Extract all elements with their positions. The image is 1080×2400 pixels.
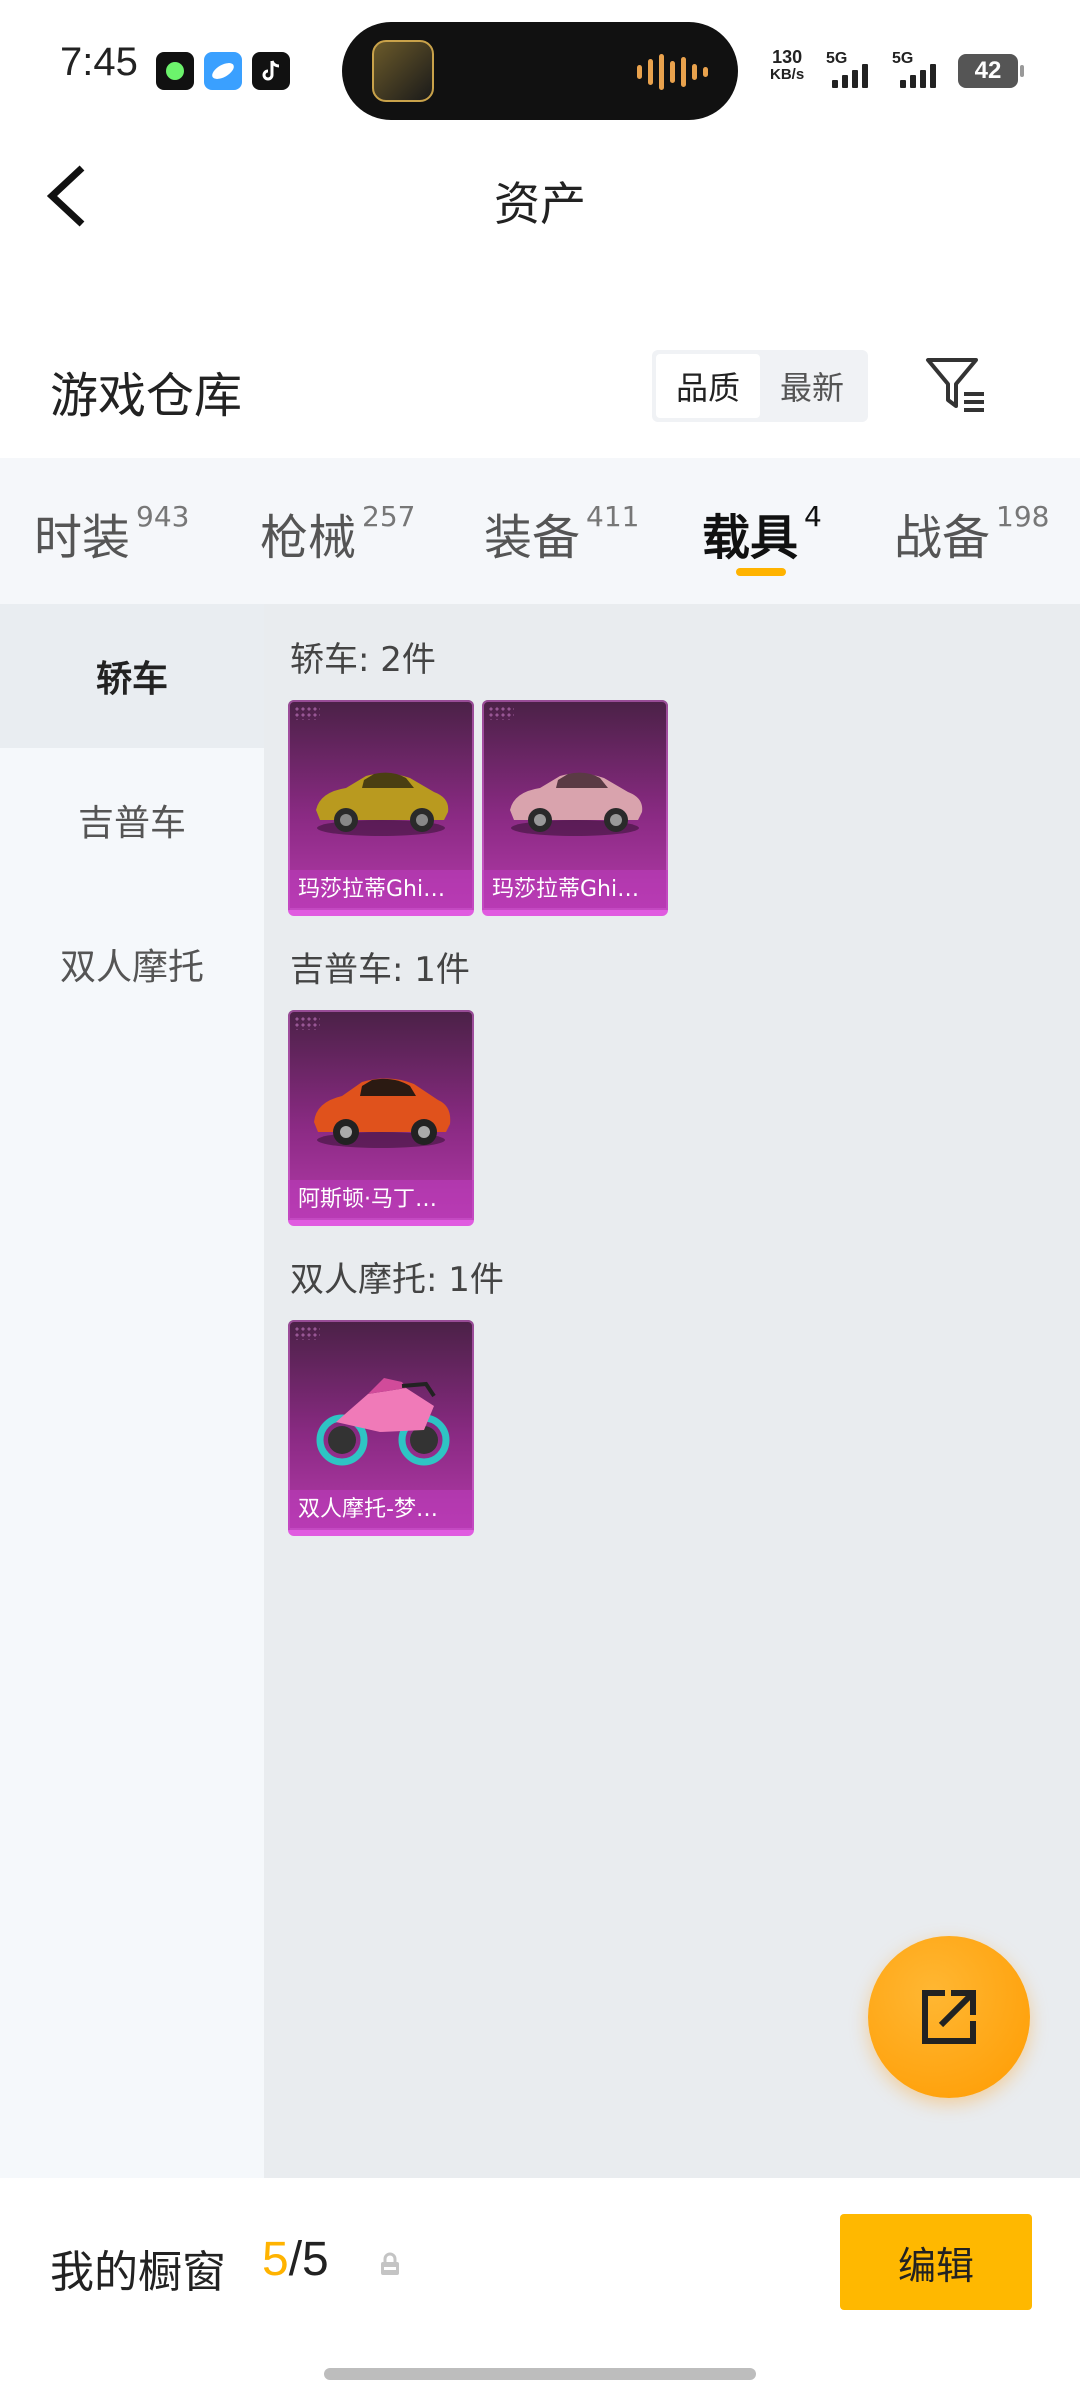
sidebar-item-motorcycle[interactable]: 双人摩托 [0, 892, 264, 1036]
showcase-label: 我的橱窗 [50, 2247, 226, 2298]
app-notification-icon [156, 52, 194, 90]
active-tab-indicator [736, 568, 786, 576]
item-name: 阿斯顿·马丁… [288, 1180, 474, 1220]
orange-suv-icon [314, 1078, 451, 1148]
net-speed: 130 KB/s [770, 48, 804, 84]
status-time: 7:45 [60, 40, 138, 84]
sort-toggle: 品质 最新 [652, 350, 868, 422]
tab-label: 时装 [34, 510, 131, 566]
sim1-signal-icon [832, 62, 868, 88]
tab-count: 943 [136, 500, 190, 533]
card-pattern [294, 706, 320, 720]
game-thumbnail-icon [372, 40, 434, 102]
pink-motorcycle-icon [316, 1378, 450, 1466]
group-title-sedan: 轿车: 2件 [290, 640, 436, 680]
gold-sedan-icon [316, 772, 449, 836]
section-title: 游戏仓库 [50, 368, 243, 424]
tab-vehicles[interactable]: 载具 4 [702, 498, 822, 568]
sim2-signal-icon [900, 62, 936, 88]
showcase-bar: 我的橱窗 5/5 编辑 [0, 2178, 1080, 2400]
showcase-total: 5 [302, 2233, 329, 2286]
edit-button[interactable]: 编辑 [840, 2214, 1032, 2310]
sidebar-item-sedan[interactable]: 轿车 [0, 604, 264, 748]
item-card[interactable]: 玛莎拉蒂Ghi… [288, 700, 474, 916]
pink-sedan-icon [510, 772, 643, 836]
filter-icon [926, 358, 984, 412]
item-name: 玛莎拉蒂Ghi… [288, 870, 474, 910]
card-pattern [488, 706, 514, 720]
tab-count: 257 [362, 500, 416, 533]
card-pattern [294, 1016, 320, 1030]
tab-label: 载具 [702, 510, 799, 566]
item-name: 玛莎拉蒂Ghi… [482, 870, 668, 910]
tab-count: 4 [804, 500, 822, 533]
category-tabs: 时装 943 枪械 257 装备 411 载具 4 战备 198 [0, 458, 1080, 604]
tab-label: 枪械 [260, 510, 357, 566]
filter-button[interactable] [924, 356, 988, 416]
showcase-separator: / [288, 2233, 303, 2286]
item-card[interactable]: 玛莎拉蒂Ghi… [482, 700, 668, 916]
showcase-count: 5/5 [262, 2232, 329, 2287]
net-speed-unit: KB/s [770, 66, 805, 83]
share-button[interactable] [868, 1936, 1030, 2098]
tab-count: 198 [996, 500, 1050, 533]
dynamic-island[interactable] [342, 22, 738, 120]
status-bar: 7:45 130 KB/s 5G 5G 42 [0, 0, 1080, 130]
page-title: 资产 [494, 177, 586, 231]
browser-notification-icon [204, 52, 242, 90]
tab-count: 411 [586, 500, 640, 533]
tiktok-notification-icon [252, 52, 290, 90]
tab-label: 装备 [484, 510, 581, 566]
sort-option-quality[interactable]: 品质 [656, 354, 760, 418]
item-card[interactable]: 阿斯顿·马丁… [288, 1010, 474, 1226]
item-name: 双人摩托-梦… [288, 1490, 474, 1530]
tab-label: 战备 [894, 510, 991, 566]
home-indicator[interactable] [324, 2368, 756, 2380]
share-icon [922, 1990, 976, 2044]
battery-icon: 42 [958, 54, 1024, 88]
audio-wave-icon [637, 52, 708, 92]
card-pattern [294, 1326, 320, 1340]
net-speed-value: 130 [772, 47, 803, 67]
tab-equipment[interactable]: 装备 411 [484, 498, 639, 568]
showcase-current: 5 [262, 2233, 289, 2286]
group-title-motorcycle: 双人摩托: 1件 [290, 1260, 504, 1300]
tab-battle-gear[interactable]: 战备 198 [894, 498, 1049, 568]
sidebar-item-jeep[interactable]: 吉普车 [0, 748, 264, 892]
tab-fashion[interactable]: 时装 943 [34, 498, 189, 568]
item-card[interactable]: 双人摩托-梦… [288, 1320, 474, 1536]
subcategory-sidebar: 轿车 吉普车 双人摩托 [0, 604, 264, 2178]
lock-icon [378, 2252, 402, 2276]
tab-firearms[interactable]: 枪械 257 [260, 498, 415, 568]
sort-option-newest[interactable]: 最新 [760, 354, 864, 418]
group-title-jeep: 吉普车: 1件 [290, 950, 470, 990]
